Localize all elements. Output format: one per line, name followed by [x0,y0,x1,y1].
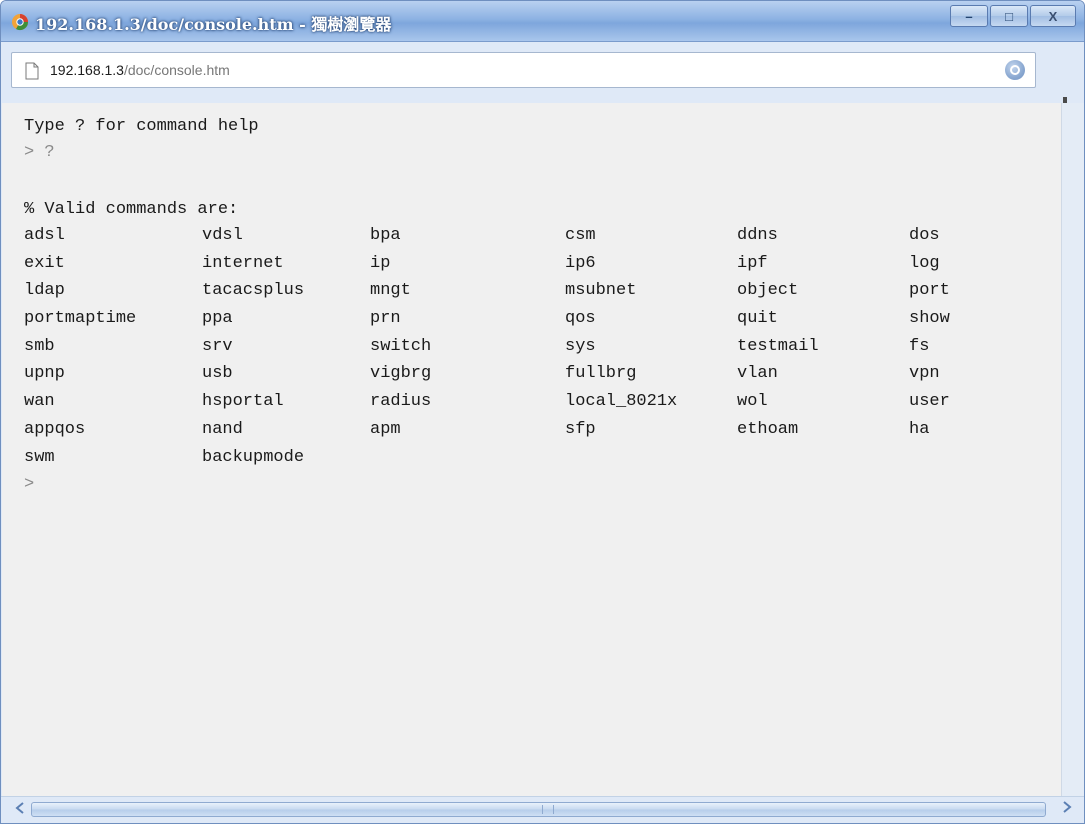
scroll-right-arrow-icon[interactable] [1060,801,1074,817]
command-item: smb [24,336,55,356]
command-item: hsportal [202,392,284,412]
command-item: backupmode [202,447,305,467]
command-item: radius [370,392,432,412]
url-path: /doc/console.htm [123,62,230,78]
close-button[interactable]: X [1030,5,1076,27]
prompt-end: > [24,475,35,494]
command-item: usb [202,364,233,384]
command-item: ppa [202,309,233,329]
url-text: 192.168.1.3/doc/console.htm [50,62,230,78]
command-item: mngt [370,281,411,301]
command-item: sfp [565,419,596,439]
command-item: qos [565,309,596,329]
command-item: port [909,281,950,301]
command-item: local_8021x [565,392,678,412]
maximize-button[interactable]: □ [990,5,1028,27]
command-item: swm [24,447,55,467]
command-item: sys [565,336,596,356]
command-item: vlan [737,364,778,384]
url-field[interactable]: 192.168.1.3/doc/console.htm [11,52,1036,88]
command-item: fs [909,336,930,356]
command-item: tacacsplus [202,281,305,301]
command-item: ipf [737,253,768,273]
command-item: adsl [24,226,65,245]
command-item: bpa [370,226,401,245]
command-item: vigbrg [370,364,432,384]
browser-window: 192.168.1.3/doc/console.htm - 獨樹瀏覽器 – □ … [0,0,1085,824]
command-item: dos [909,226,940,245]
vertical-scroll-gutter [1061,103,1084,799]
command-item: object [737,281,799,301]
command-item: csm [565,226,596,245]
command-item: ldap [24,281,65,301]
command-item: prn [370,309,401,329]
command-item: ddns [737,226,778,245]
valid-commands-header: % Valid commands are: [24,200,239,219]
scroll-grip-icon [542,805,554,814]
command-item: switch [370,336,432,356]
command-item: testmail [737,336,819,356]
command-item: wol [737,392,768,412]
shield-glyph-icon [1010,65,1020,75]
close-icon: X [1048,8,1058,24]
command-item: user [909,392,950,412]
url-host: 192.168.1.3 [50,62,124,78]
command-item: internet [202,253,284,273]
command-item: log [909,253,940,273]
horizontal-scroll-thumb[interactable] [31,802,1046,817]
shield-icon[interactable] [1005,60,1025,80]
command-item: ethoam [737,419,799,439]
maximize-icon: □ [1005,8,1013,24]
page-icon [25,62,39,80]
command-item: nand [202,419,243,439]
command-item: fullbrg [565,364,637,384]
minimize-button[interactable]: – [950,5,988,27]
scroll-left-glyph-icon [15,802,24,814]
command-item: apm [370,419,401,439]
command-item: portmaptime [24,309,137,329]
command-item: show [909,309,950,329]
command-item: quit [737,309,778,329]
help-line: Type ? for command help [24,117,259,136]
window-title: 192.168.1.3/doc/console.htm - 獨樹瀏覽器 [35,15,392,34]
command-grid: adsl vdsl bpa csm ddns dos exit internet… [24,226,1029,475]
address-bar: 192.168.1.3/doc/console.htm [1,42,1084,114]
command-item: exit [24,253,65,273]
horizontal-scrollbar[interactable] [1,796,1084,823]
minimize-icon: – [965,8,973,24]
command-item: srv [202,336,233,356]
window-controls: – □ X [950,5,1076,29]
command-item: vpn [909,364,940,384]
command-item: ip6 [565,253,596,273]
console-area[interactable]: Type ? for command help > ? % Valid comm… [2,103,1063,799]
scroll-right-glyph-icon [1063,801,1072,813]
command-item: vdsl [202,226,243,245]
browser-app-icon [12,14,29,31]
scroll-left-arrow-icon[interactable] [13,802,27,818]
command-item: appqos [24,419,86,439]
prompt-query: > ? [24,143,55,162]
command-item: ip [370,253,391,273]
command-item: msubnet [565,281,637,301]
command-item: ha [909,419,930,439]
command-item: upnp [24,364,65,384]
title-bar[interactable]: 192.168.1.3/doc/console.htm - 獨樹瀏覽器 – □ … [1,1,1084,42]
command-item: wan [24,392,55,412]
